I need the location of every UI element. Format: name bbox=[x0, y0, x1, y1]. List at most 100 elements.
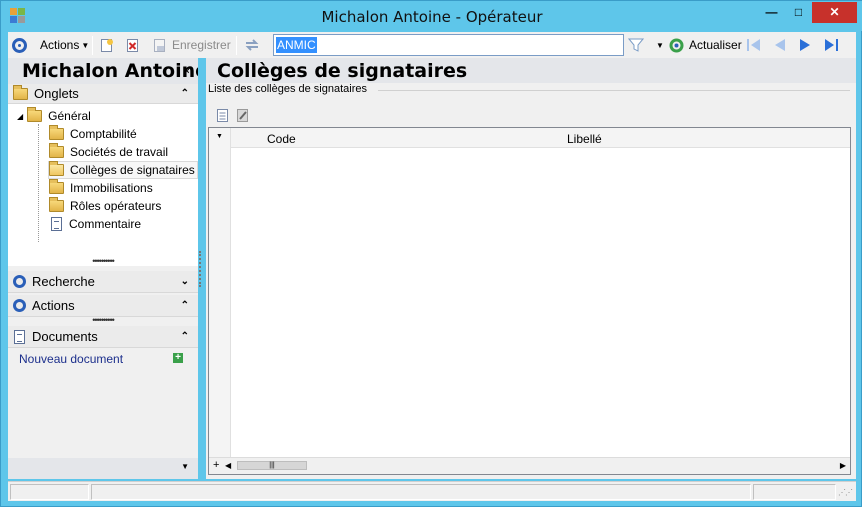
new-document-icon[interactable] bbox=[100, 32, 114, 58]
refresh-label: Actualiser bbox=[689, 38, 742, 52]
tree-item-label: Collèges de signataires bbox=[70, 163, 195, 177]
refresh-button[interactable]: Actualiser bbox=[669, 32, 742, 58]
tree-item-label: Immobilisations bbox=[70, 181, 153, 195]
maximize-button[interactable]: □ bbox=[785, 2, 812, 23]
open-folder-icon bbox=[49, 161, 64, 176]
folder-icon bbox=[49, 179, 64, 194]
column-header-libelle[interactable]: Libellé bbox=[567, 132, 602, 146]
main-content: Liste des collèges de signataires ▼ Code… bbox=[206, 83, 856, 479]
minimize-button[interactable]: — bbox=[758, 2, 785, 23]
tree-item-immobilisations[interactable]: Immobilisations bbox=[49, 179, 153, 197]
target-icon bbox=[13, 275, 26, 288]
group-label: Liste des collèges de signataires bbox=[208, 83, 370, 95]
tree-item-label: Comptabilité bbox=[70, 127, 137, 141]
column-header-code[interactable]: Code bbox=[267, 132, 296, 146]
signatories-grid[interactable]: ▼ Code Libellé + ◀ ||| ▶ bbox=[208, 127, 851, 475]
close-button[interactable]: ✕ bbox=[812, 2, 857, 23]
last-record-icon[interactable] bbox=[823, 32, 839, 58]
add-icon[interactable]: + bbox=[173, 353, 183, 363]
tree-item-commentaire[interactable]: Commentaire bbox=[51, 215, 141, 233]
save-button[interactable]: Enregistrer bbox=[153, 32, 231, 58]
new-row-icon[interactable] bbox=[216, 108, 229, 126]
filter-dropdown-icon[interactable]: ▼ bbox=[654, 32, 664, 58]
application-window: Michalon Antoine - Opérateur — □ ✕ Actio… bbox=[0, 0, 862, 507]
window-title: Michalon Antoine - Opérateur bbox=[321, 8, 543, 26]
vertical-splitter-grip[interactable] bbox=[199, 251, 203, 287]
target-icon bbox=[13, 299, 26, 312]
chevron-up-icon[interactable]: ⌃ bbox=[181, 88, 189, 99]
left-panel-header: Michalon Antoine « bbox=[8, 58, 198, 84]
delete-icon[interactable] bbox=[126, 32, 140, 58]
tabs-tree: ◢ Général Comptabilité Sociétés de trava… bbox=[8, 104, 198, 266]
target-icon[interactable] bbox=[12, 32, 27, 58]
status-cell bbox=[753, 484, 836, 500]
page-title: Collèges de signataires bbox=[206, 58, 856, 83]
tree-item-societes[interactable]: Sociétés de travail bbox=[49, 143, 168, 161]
status-bar: ⋰⋰ bbox=[8, 481, 856, 501]
left-panel: Michalon Antoine « Onglets ⌃ ◢ Général C… bbox=[8, 58, 198, 479]
search-input[interactable]: ANMIC bbox=[273, 34, 624, 56]
horizontal-scrollbar[interactable]: + ◀ ||| ▶ bbox=[209, 457, 850, 474]
chevron-down-icon[interactable]: ⌄ bbox=[181, 276, 189, 287]
section-recherche-label: Recherche bbox=[32, 274, 95, 289]
tree-item-label: Rôles opérateurs bbox=[70, 199, 162, 213]
scroll-thumb[interactable]: ||| bbox=[237, 461, 307, 470]
tree-item-roles[interactable]: Rôles opérateurs bbox=[49, 197, 161, 215]
splitter-grip[interactable]: •••••••••• bbox=[8, 257, 198, 266]
row-indicator-icon: ▼ bbox=[216, 133, 223, 140]
folder-icon bbox=[49, 197, 64, 212]
save-icon bbox=[154, 38, 165, 52]
folder-icon bbox=[13, 84, 28, 100]
section-onglets[interactable]: Onglets ⌃ bbox=[8, 84, 198, 104]
folder-icon bbox=[49, 143, 64, 158]
section-recherche[interactable]: Recherche ⌄ bbox=[8, 271, 198, 293]
refresh-icon bbox=[669, 38, 684, 52]
folder-icon bbox=[49, 125, 64, 140]
collapse-left-icon[interactable]: « bbox=[183, 64, 190, 77]
expand-triangle-icon[interactable]: ◢ bbox=[17, 112, 23, 121]
tree-item-comptabilite[interactable]: Comptabilité bbox=[49, 125, 137, 143]
section-actions-label: Actions bbox=[32, 298, 75, 313]
section-actions[interactable]: Actions ⌃ bbox=[8, 295, 198, 317]
grid-toolbar bbox=[208, 105, 853, 125]
main-toolbar: Actions ▼ Enregistrer ANMIC ▼ Actualiser bbox=[8, 32, 856, 58]
group-divider bbox=[378, 90, 850, 91]
title-bar: Michalon Antoine - Opérateur — □ ✕ bbox=[1, 1, 862, 31]
chevron-down-icon[interactable]: ▼ bbox=[181, 462, 189, 471]
chevron-up-icon[interactable]: ⌃ bbox=[181, 300, 189, 311]
tree-item-label: Commentaire bbox=[69, 217, 142, 231]
actions-menu-button[interactable]: Actions ▼ bbox=[40, 32, 89, 58]
document-icon bbox=[51, 217, 62, 231]
document-icon bbox=[14, 329, 25, 344]
tree-item-general[interactable]: ◢ Général bbox=[17, 107, 91, 125]
left-panel-footer: ▼ bbox=[8, 458, 198, 479]
section-onglets-label: Onglets bbox=[34, 86, 79, 101]
section-documents-label: Documents bbox=[32, 329, 98, 344]
tree-item-label: Sociétés de travail bbox=[70, 145, 169, 159]
section-documents[interactable]: Documents ⌃ bbox=[8, 326, 198, 348]
chevron-up-icon[interactable]: ⌃ bbox=[181, 331, 189, 342]
caret-down-icon: ▼ bbox=[81, 40, 90, 50]
tree-item-colleges[interactable]: Collèges de signataires bbox=[48, 161, 198, 179]
sync-icon[interactable] bbox=[244, 32, 260, 58]
operator-name: Michalon Antoine bbox=[22, 60, 198, 82]
add-row-icon[interactable]: + bbox=[213, 459, 219, 471]
resize-grip-icon[interactable]: ⋰⋰ bbox=[838, 488, 853, 497]
documents-body: Nouveau document + bbox=[8, 348, 198, 368]
filter-icon[interactable] bbox=[628, 32, 644, 58]
grid-header: Code Libellé bbox=[231, 128, 850, 148]
actions-menu-label: Actions bbox=[40, 38, 80, 52]
edit-row-icon[interactable] bbox=[236, 108, 249, 126]
status-cell bbox=[10, 484, 89, 500]
grid-row-header: ▼ bbox=[209, 128, 231, 474]
status-cell bbox=[91, 484, 751, 500]
scroll-right-icon[interactable]: ▶ bbox=[840, 461, 846, 470]
scroll-left-icon[interactable]: ◀ bbox=[225, 461, 231, 470]
splitter-grip[interactable]: •••••••••• bbox=[8, 316, 198, 325]
next-record-icon[interactable] bbox=[798, 32, 812, 58]
search-input-value: ANMIC bbox=[276, 37, 317, 53]
first-record-icon[interactable] bbox=[746, 32, 762, 58]
previous-record-icon[interactable] bbox=[773, 32, 787, 58]
save-label: Enregistrer bbox=[172, 38, 231, 52]
new-document-link[interactable]: Nouveau document bbox=[19, 352, 123, 366]
